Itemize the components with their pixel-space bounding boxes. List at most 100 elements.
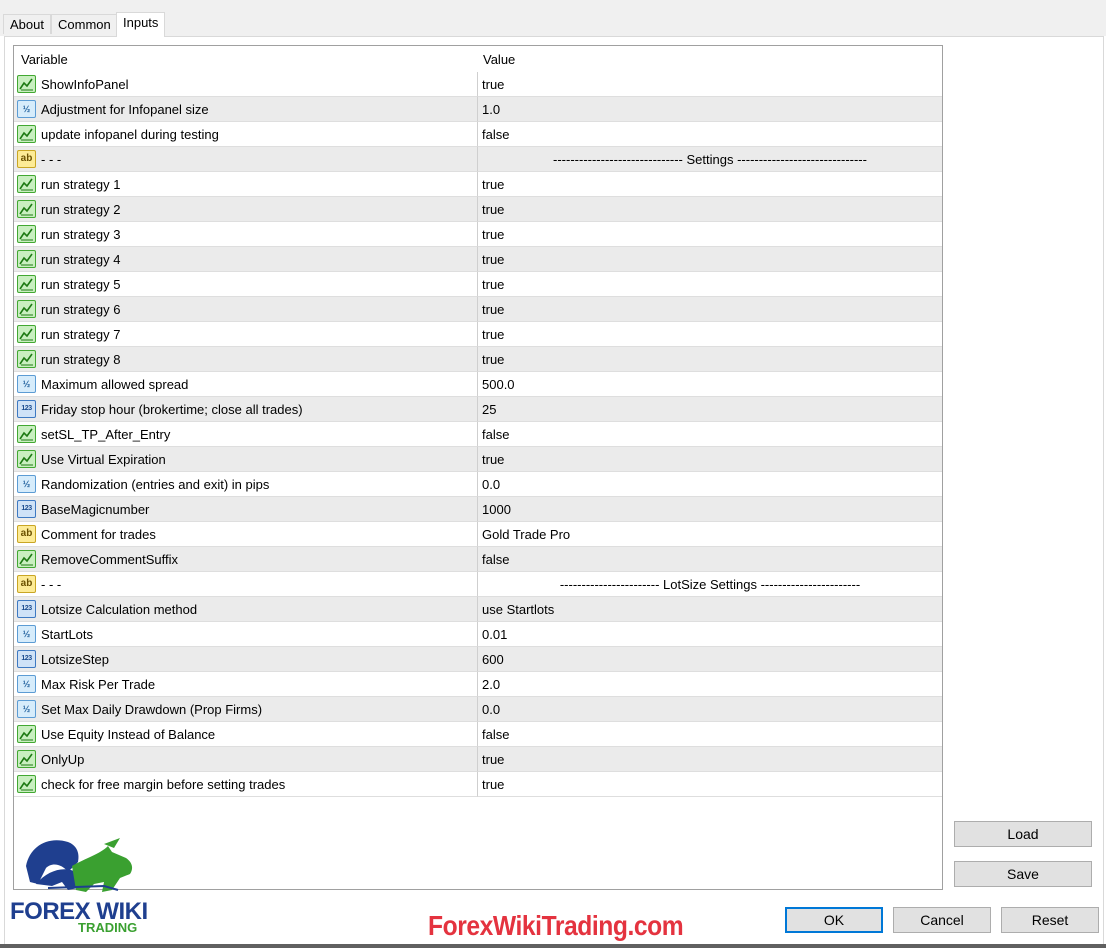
value-cell[interactable]: ------------------------------ Settings …	[478, 147, 942, 172]
ok-button[interactable]: OK	[785, 907, 883, 933]
table-row[interactable]: run strategy 7 true	[14, 322, 942, 347]
value-cell[interactable]: 0.01	[478, 622, 942, 647]
table-row[interactable]: RemoveCommentSuffix false	[14, 547, 942, 572]
value-cell[interactable]: true	[478, 247, 942, 272]
table-row[interactable]: ½ Max Risk Per Trade 2.0	[14, 672, 942, 697]
value-cell[interactable]: 0.0	[478, 472, 942, 497]
value-cell[interactable]: false	[478, 547, 942, 572]
value-cell[interactable]: 25	[478, 397, 942, 422]
table-row[interactable]: run strategy 8 true	[14, 347, 942, 372]
variable-cell[interactable]: 123 LotsizeStep	[14, 647, 478, 672]
value-cell[interactable]: 2.0	[478, 672, 942, 697]
value-cell[interactable]: true	[478, 747, 942, 772]
variable-cell[interactable]: 123 Friday stop hour (brokertime; close a…	[14, 397, 478, 422]
variable-cell[interactable]: update infopanel during testing	[14, 122, 478, 147]
reset-button[interactable]: Reset	[1001, 907, 1099, 933]
variable-value: use Startlots	[482, 602, 555, 617]
table-row[interactable]: OnlyUp true	[14, 747, 942, 772]
value-cell[interactable]: 1.0	[478, 97, 942, 122]
cancel-button[interactable]: Cancel	[893, 907, 991, 933]
table-row[interactable]: ShowInfoPanel true	[14, 72, 942, 97]
value-cell[interactable]: 0.0	[478, 697, 942, 722]
variable-cell[interactable]: ½ Max Risk Per Trade	[14, 672, 478, 697]
table-row[interactable]: run strategy 3 true	[14, 222, 942, 247]
table-row[interactable]: ½ Adjustment for Infopanel size 1.0	[14, 97, 942, 122]
value-cell[interactable]: false	[478, 722, 942, 747]
table-row[interactable]: run strategy 6 true	[14, 297, 942, 322]
variable-cell[interactable]: ½ Maximum allowed spread	[14, 372, 478, 397]
variable-cell[interactable]: ½ Adjustment for Infopanel size	[14, 97, 478, 122]
column-header-variable[interactable]: Variable	[21, 52, 68, 67]
variable-cell[interactable]: setSL_TP_After_Entry	[14, 422, 478, 447]
table-row[interactable]: ½ Randomization (entries and exit) in pip…	[14, 472, 942, 497]
variable-cell[interactable]: ab Comment for trades	[14, 522, 478, 547]
variable-cell[interactable]: ab - - -	[14, 147, 478, 172]
tab-inputs[interactable]: Inputs	[116, 12, 166, 37]
variable-cell[interactable]: 123 Lotsize Calculation method	[14, 597, 478, 622]
variable-cell[interactable]: ab - - -	[14, 572, 478, 597]
table-row[interactable]: run strategy 2 true	[14, 197, 942, 222]
variable-name: - - -	[41, 152, 62, 167]
tab-about[interactable]: About	[3, 14, 51, 34]
tab-common[interactable]: Common	[51, 14, 118, 34]
table-row[interactable]: 123 LotsizeStep 600	[14, 647, 942, 672]
variable-cell[interactable]: run strategy 2	[14, 197, 478, 222]
value-cell[interactable]: 1000	[478, 497, 942, 522]
variable-cell[interactable]: run strategy 7	[14, 322, 478, 347]
variable-cell[interactable]: Use Equity Instead of Balance	[14, 722, 478, 747]
table-row[interactable]: 123 BaseMagicnumber 1000	[14, 497, 942, 522]
variable-cell[interactable]: run strategy 4	[14, 247, 478, 272]
table-row[interactable]: Use Equity Instead of Balance false	[14, 722, 942, 747]
table-row[interactable]: update infopanel during testing false	[14, 122, 942, 147]
table-row[interactable]: Use Virtual Expiration true	[14, 447, 942, 472]
save-button[interactable]: Save	[954, 861, 1092, 887]
table-row[interactable]: setSL_TP_After_Entry false	[14, 422, 942, 447]
variable-cell[interactable]: ½ Set Max Daily Drawdown (Prop Firms)	[14, 697, 478, 722]
table-row[interactable]: 123 Lotsize Calculation method use Startlo…	[14, 597, 942, 622]
variable-cell[interactable]: ShowInfoPanel	[14, 72, 478, 97]
variable-cell[interactable]: run strategy 1	[14, 172, 478, 197]
table-row[interactable]: 123 Friday stop hour (brokertime; close a…	[14, 397, 942, 422]
variable-cell[interactable]: OnlyUp	[14, 747, 478, 772]
variable-cell[interactable]: Use Virtual Expiration	[14, 447, 478, 472]
value-cell[interactable]: true	[478, 322, 942, 347]
column-header-value[interactable]: Value	[483, 52, 515, 67]
variable-cell[interactable]: ½ StartLots	[14, 622, 478, 647]
value-cell[interactable]: true	[478, 447, 942, 472]
load-button[interactable]: Load	[954, 821, 1092, 847]
table-row[interactable]: ab Comment for trades Gold Trade Pro	[14, 522, 942, 547]
variable-cell[interactable]: RemoveCommentSuffix	[14, 547, 478, 572]
value-cell[interactable]: true	[478, 222, 942, 247]
table-row[interactable]: check for free margin before setting tra…	[14, 772, 942, 797]
table-row[interactable]: run strategy 5 true	[14, 272, 942, 297]
table-row[interactable]: ab - - - ----------------------- LotSize S…	[14, 572, 942, 597]
variable-cell[interactable]: run strategy 3	[14, 222, 478, 247]
value-cell[interactable]: false	[478, 422, 942, 447]
value-cell[interactable]: true	[478, 172, 942, 197]
value-cell[interactable]: 500.0	[478, 372, 942, 397]
value-cell[interactable]: true	[478, 297, 942, 322]
table-row[interactable]: run strategy 4 true	[14, 247, 942, 272]
value-cell[interactable]: true	[478, 72, 942, 97]
value-cell[interactable]: use Startlots	[478, 597, 942, 622]
table-row[interactable]: ab - - - ------------------------------ Se…	[14, 147, 942, 172]
variable-cell[interactable]: run strategy 6	[14, 297, 478, 322]
variable-cell[interactable]: ½ Randomization (entries and exit) in pip…	[14, 472, 478, 497]
value-cell[interactable]: false	[478, 122, 942, 147]
value-cell[interactable]: true	[478, 347, 942, 372]
value-cell[interactable]: true	[478, 272, 942, 297]
variable-cell[interactable]: 123 BaseMagicnumber	[14, 497, 478, 522]
variable-cell[interactable]: run strategy 5	[14, 272, 478, 297]
value-cell[interactable]: 600	[478, 647, 942, 672]
inputs-table[interactable]: Variable Value ShowInfoPanel true ½ Adjustm…	[13, 45, 943, 890]
table-row[interactable]: ½ Maximum allowed spread 500.0	[14, 372, 942, 397]
variable-cell[interactable]: run strategy 8	[14, 347, 478, 372]
variable-cell[interactable]: check for free margin before setting tra…	[14, 772, 478, 797]
value-cell[interactable]: ----------------------- LotSize Settings…	[478, 572, 942, 597]
value-cell[interactable]: true	[478, 197, 942, 222]
table-row[interactable]: ½ Set Max Daily Drawdown (Prop Firms) 0.0	[14, 697, 942, 722]
value-cell[interactable]: Gold Trade Pro	[478, 522, 942, 547]
table-row[interactable]: ½ StartLots 0.01	[14, 622, 942, 647]
table-row[interactable]: run strategy 1 true	[14, 172, 942, 197]
value-cell[interactable]: true	[478, 772, 942, 797]
